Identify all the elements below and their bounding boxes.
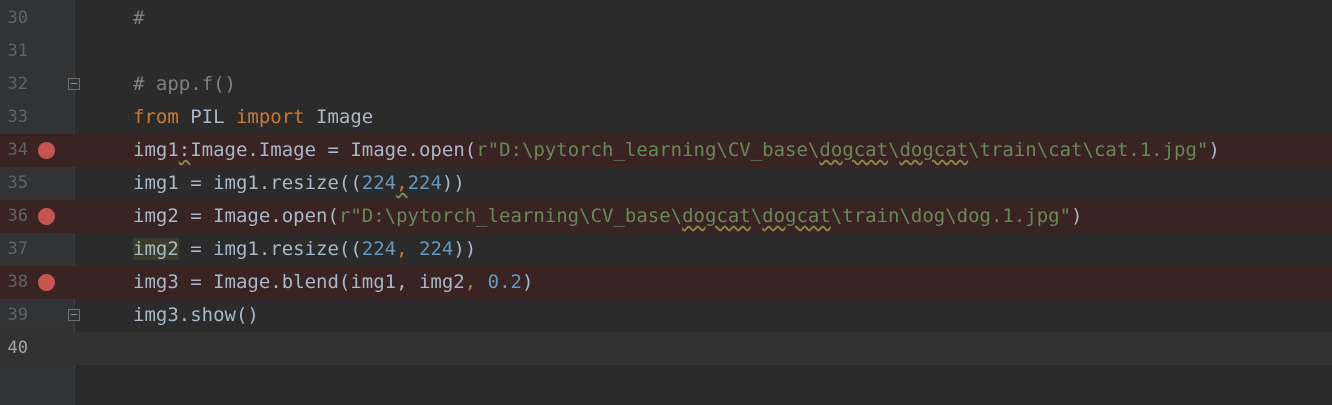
code-text[interactable]: img3.show(): [133, 299, 259, 332]
code-line-breakpoint[interactable]: 38 img3 = Image.blend(img1, img2, 0.2): [0, 266, 1332, 299]
code-line-current[interactable]: 40: [0, 332, 1332, 365]
code-text[interactable]: from PIL import Image: [133, 101, 373, 134]
highlighted-identifier: img2: [133, 238, 179, 260]
line-number: 34: [7, 140, 28, 160]
line-number: 31: [7, 41, 28, 61]
code-line-breakpoint[interactable]: 36 img2 = Image.open(r"D:\pytorch_learni…: [0, 200, 1332, 233]
code-line[interactable]: 39 img3.show(): [0, 299, 1332, 332]
line-number: 38: [7, 272, 28, 292]
code-editor[interactable]: 30 # 31 32 # app.f() 33 from PIL import …: [0, 0, 1332, 405]
line-number: 33: [7, 107, 28, 127]
code-line[interactable]: 31: [0, 35, 1332, 68]
code-text[interactable]: #: [133, 2, 144, 35]
code-text[interactable]: img1:Image.Image = Image.open(r"D:\pytor…: [133, 134, 1220, 167]
code-text[interactable]: img2 = Image.open(r"D:\pytorch_learning\…: [133, 200, 1082, 233]
code-line[interactable]: 35 img1 = img1.resize((224,224)): [0, 167, 1332, 200]
line-number: 36: [7, 206, 28, 226]
code-text[interactable]: img1 = img1.resize((224,224)): [133, 167, 465, 200]
line-number: 32: [7, 74, 28, 94]
fold-toggle-icon[interactable]: [68, 78, 80, 90]
code-line-breakpoint[interactable]: 34 img1:Image.Image = Image.open(r"D:\py…: [0, 134, 1332, 167]
breakpoint-icon[interactable]: [38, 208, 55, 225]
code-text[interactable]: img2 = img1.resize((224, 224)): [133, 233, 476, 266]
code-line[interactable]: 37 img2 = img1.resize((224, 224)): [0, 233, 1332, 266]
code-line[interactable]: 32 # app.f(): [0, 68, 1332, 101]
line-number: 30: [7, 8, 28, 28]
code-text[interactable]: img3 = Image.blend(img1, img2, 0.2): [133, 266, 533, 299]
code-line[interactable]: 33 from PIL import Image: [0, 101, 1332, 134]
line-number: 39: [7, 305, 28, 325]
line-number: 37: [7, 239, 28, 259]
code-line[interactable]: 30 #: [0, 2, 1332, 35]
line-number: 40: [7, 338, 28, 358]
line-number: 35: [7, 173, 28, 193]
code-text[interactable]: # app.f(): [133, 68, 236, 101]
breakpoint-icon[interactable]: [38, 274, 55, 291]
fold-toggle-icon[interactable]: [68, 309, 80, 321]
breakpoint-icon[interactable]: [38, 142, 55, 159]
